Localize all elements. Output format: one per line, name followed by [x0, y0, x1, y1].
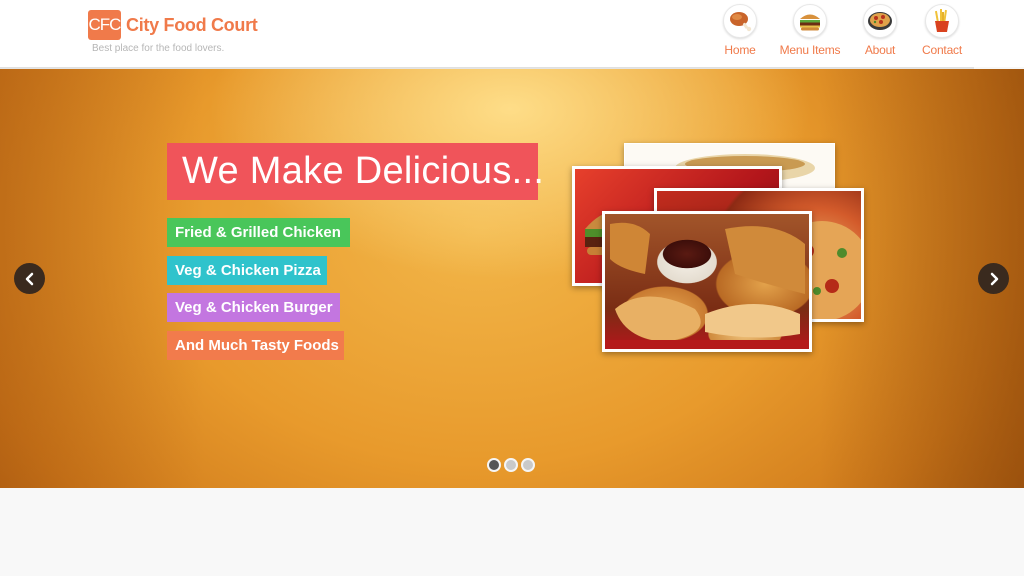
chevron-right-icon [990, 272, 998, 285]
hero-tag-chicken: Fried & Grilled Chicken [167, 218, 350, 247]
nav-label-home: Home [724, 43, 756, 57]
burger-icon [793, 4, 827, 38]
slider-prev-button[interactable] [14, 263, 45, 294]
slider-pagination [487, 458, 538, 472]
fries-icon [925, 4, 959, 38]
nav-item-home[interactable]: Home [700, 4, 780, 57]
chicken-leg-icon [723, 4, 757, 38]
nav-label-contact: Contact [922, 43, 962, 57]
page-content-area [0, 488, 1024, 576]
site-header: CFC City Food Court Best place for the f… [0, 0, 1024, 67]
pizza-icon [863, 4, 897, 38]
nav-item-contact[interactable]: Contact [902, 4, 982, 57]
slider-dot-3[interactable] [521, 458, 535, 472]
food-photo-fried-chicken [602, 211, 812, 352]
hero-tag-pizza: Veg & Chicken Pizza [167, 256, 327, 285]
slider-dot-2[interactable] [504, 458, 518, 472]
hero-tag-burger: Veg & Chicken Burger [167, 293, 340, 322]
hero-slider: We Make Delicious... Fried & Grilled Chi… [0, 69, 1024, 488]
nav-label-menu-items: Menu Items [779, 43, 841, 57]
slider-next-button[interactable] [978, 263, 1009, 294]
main-nav: Home Menu Items About Contact [0, 4, 1024, 64]
hero-headline: We Make Delicious... [167, 143, 544, 200]
slider-dot-1[interactable] [487, 458, 501, 472]
chevron-left-icon [25, 272, 33, 285]
nav-item-menu-items[interactable]: Menu Items [770, 4, 850, 57]
hero-tag-more: And Much Tasty Foods [167, 331, 344, 360]
